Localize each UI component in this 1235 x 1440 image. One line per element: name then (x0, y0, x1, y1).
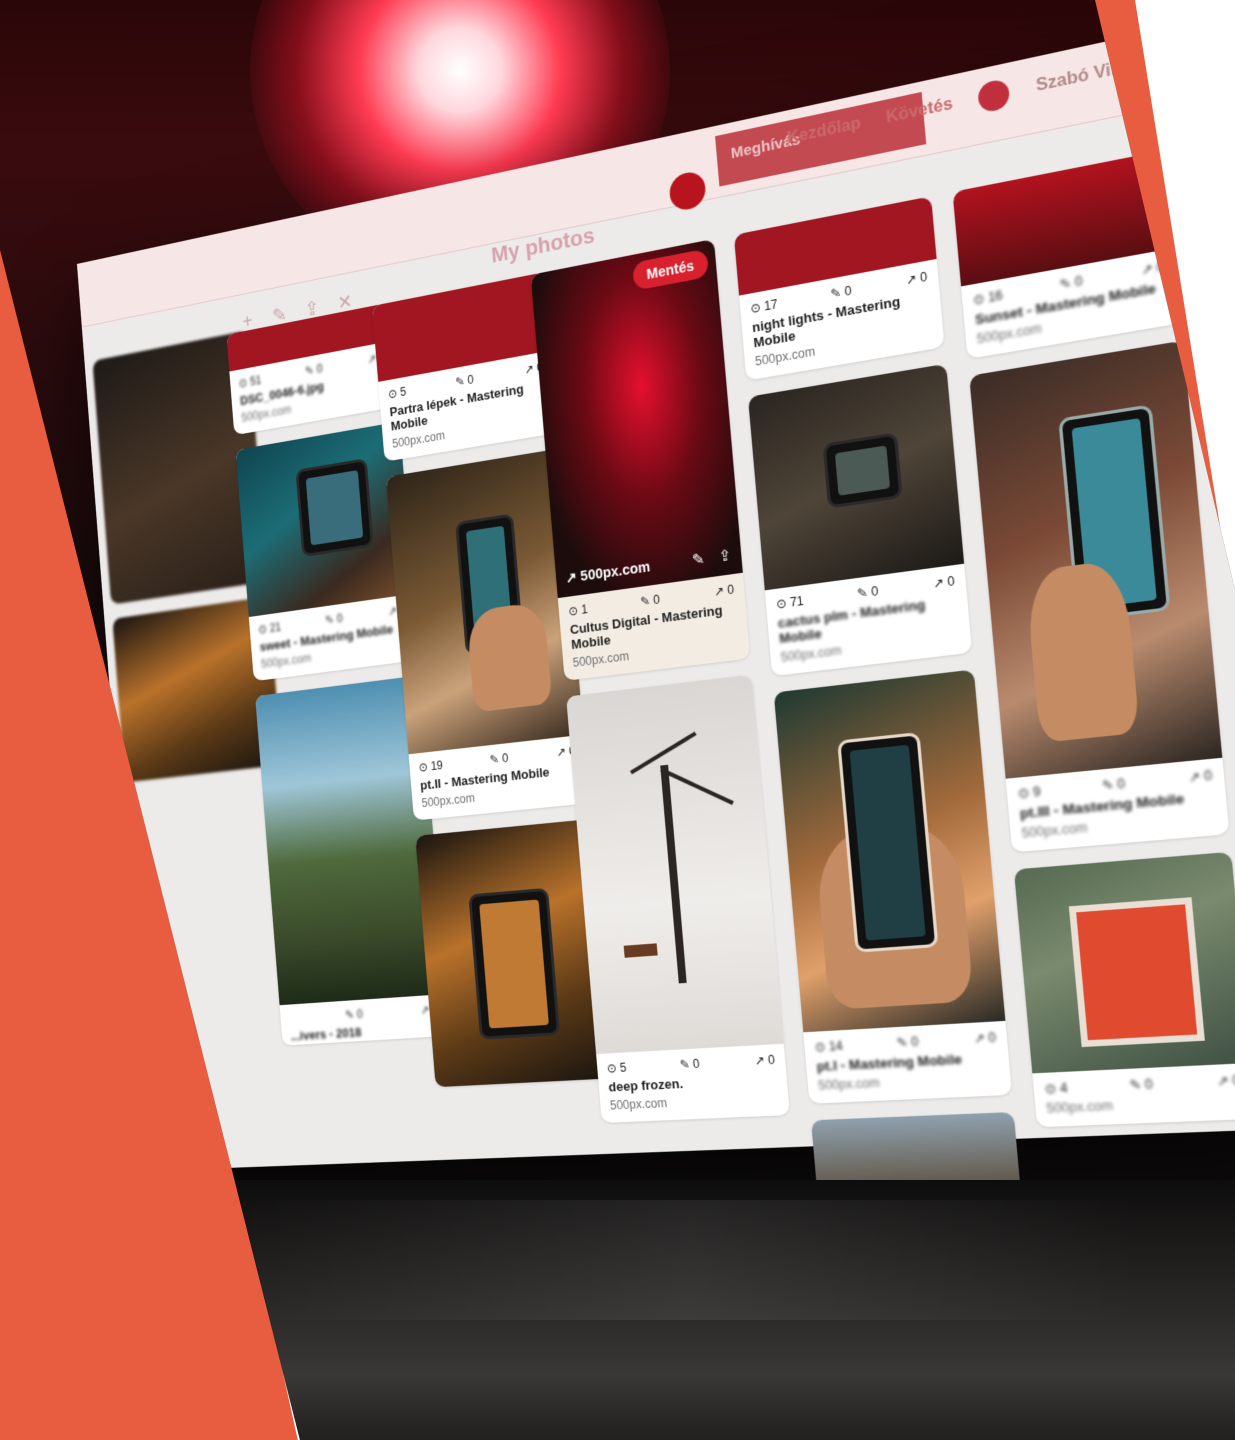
laptop-screen: Meghívás Kezdőlap Követés Szabó Viktor M… (77, 24, 1235, 1171)
views-count: ⊙ 71 (776, 594, 805, 612)
saves-count: ✎ 0 (830, 283, 852, 301)
top-nav: Kezdőlap Követés Szabó Viktor (786, 49, 1147, 154)
views-count: ⊙ 19 (418, 758, 443, 774)
views-count: ⊙ 4 (1044, 1080, 1068, 1096)
pin-image[interactable] (774, 669, 1006, 1032)
views-count: ⊙ 1 (568, 602, 588, 618)
saves-count: ✎ 0 (1059, 273, 1083, 292)
saves-count: ✎ 0 (345, 1007, 364, 1021)
pin-card[interactable]: ⊙ 9 ✎ 0 ↗ 0 pt.III - Mastering Mobile 50… (969, 341, 1229, 853)
pin-image[interactable] (1014, 852, 1235, 1074)
save-button[interactable]: Mentés (632, 248, 709, 290)
pin-card[interactable]: ⊙ 14 ✎ 0 ↗ 0 pt.I - Mastering Mobile 500… (774, 669, 1012, 1103)
shares-count: ↗ 0 (932, 574, 955, 592)
saves-count: ✎ 0 (1101, 776, 1125, 793)
tree-figure (660, 765, 686, 984)
pin-image[interactable] (748, 364, 964, 591)
phone-figure (837, 732, 939, 953)
source-link[interactable]: ↗ 500px.com (565, 558, 651, 587)
edit-icon[interactable]: ✎ (691, 549, 705, 569)
pin-image[interactable]: Mentés ↗ 500px.com ✎ ⇪ (531, 239, 743, 598)
photo-composition: Meghívás Kezdőlap Követés Szabó Viktor M… (0, 0, 1235, 1440)
shares-count: ↗ 0 (973, 1030, 996, 1046)
avatar[interactable] (977, 78, 1010, 114)
views-count: ⊙ 14 (814, 1038, 843, 1054)
saves-count: ✎ 0 (489, 751, 509, 767)
pin-image[interactable] (566, 675, 784, 1055)
views-count: ⊙ 9 (1017, 784, 1041, 801)
saves-count: ✎ 0 (305, 362, 323, 378)
shares-count: ↗ 0 (1188, 768, 1213, 786)
saves-count: ✎ 0 (679, 1057, 700, 1072)
pin-card[interactable]: ⊙ 5 ✎ 0 ↗ 0 deep frozen. 500px.com (566, 675, 790, 1123)
views-count (289, 1012, 290, 1025)
saves-count: ✎ 0 (640, 592, 661, 609)
pin-card[interactable]: ⊙ 5 ✎ 0 ↗ 0 Partra lépek - Mastering Mob… (372, 272, 558, 462)
views-count: ⊙ 5 (388, 385, 407, 402)
pin-card[interactable]: Mentés ↗ 500px.com ✎ ⇪ ⊙ 1 ✎ 0 ↗ 0 Cultu… (531, 239, 751, 681)
shares-count: ↗ 0 (754, 1053, 776, 1068)
shares-count: ↗ 0 (713, 582, 734, 599)
saves-count: ✎ 0 (325, 611, 343, 627)
upload-icon[interactable]: ⇪ (718, 546, 732, 566)
hand-figure (466, 601, 552, 713)
desk-reflection (240, 1200, 1140, 1320)
saves-count: ✎ 0 (1129, 1077, 1154, 1093)
pin-card[interactable]: ⊙ 71 ✎ 0 ↗ 0 cactus plm - Mastering Mobi… (748, 364, 972, 677)
pin-card[interactable]: ⊙ 17 ✎ 0 ↗ 0 night lights - Mastering Mo… (734, 196, 945, 381)
phone-figure (468, 888, 560, 1040)
shares-count: ↗ 0 (905, 269, 928, 288)
bench-figure (623, 941, 657, 958)
pin-card[interactable]: ⊙ 4 ✎ 0 ↗ 0 500px.com (1014, 852, 1235, 1127)
art-figure (1068, 897, 1204, 1047)
views-count: ⊙ 21 (258, 620, 282, 636)
phone-figure (823, 432, 903, 509)
phone-figure (296, 458, 374, 557)
pin-image[interactable] (969, 341, 1222, 779)
views-count: ⊙ 5 (606, 1061, 626, 1076)
shares-count: ↗ 0 (1216, 1072, 1235, 1089)
saves-count: ✎ 0 (896, 1034, 919, 1050)
pin-actions: ✎ ⇪ (691, 546, 732, 570)
saves-count: ✎ 0 (455, 372, 474, 389)
saves-count: ✎ 0 (857, 584, 879, 601)
